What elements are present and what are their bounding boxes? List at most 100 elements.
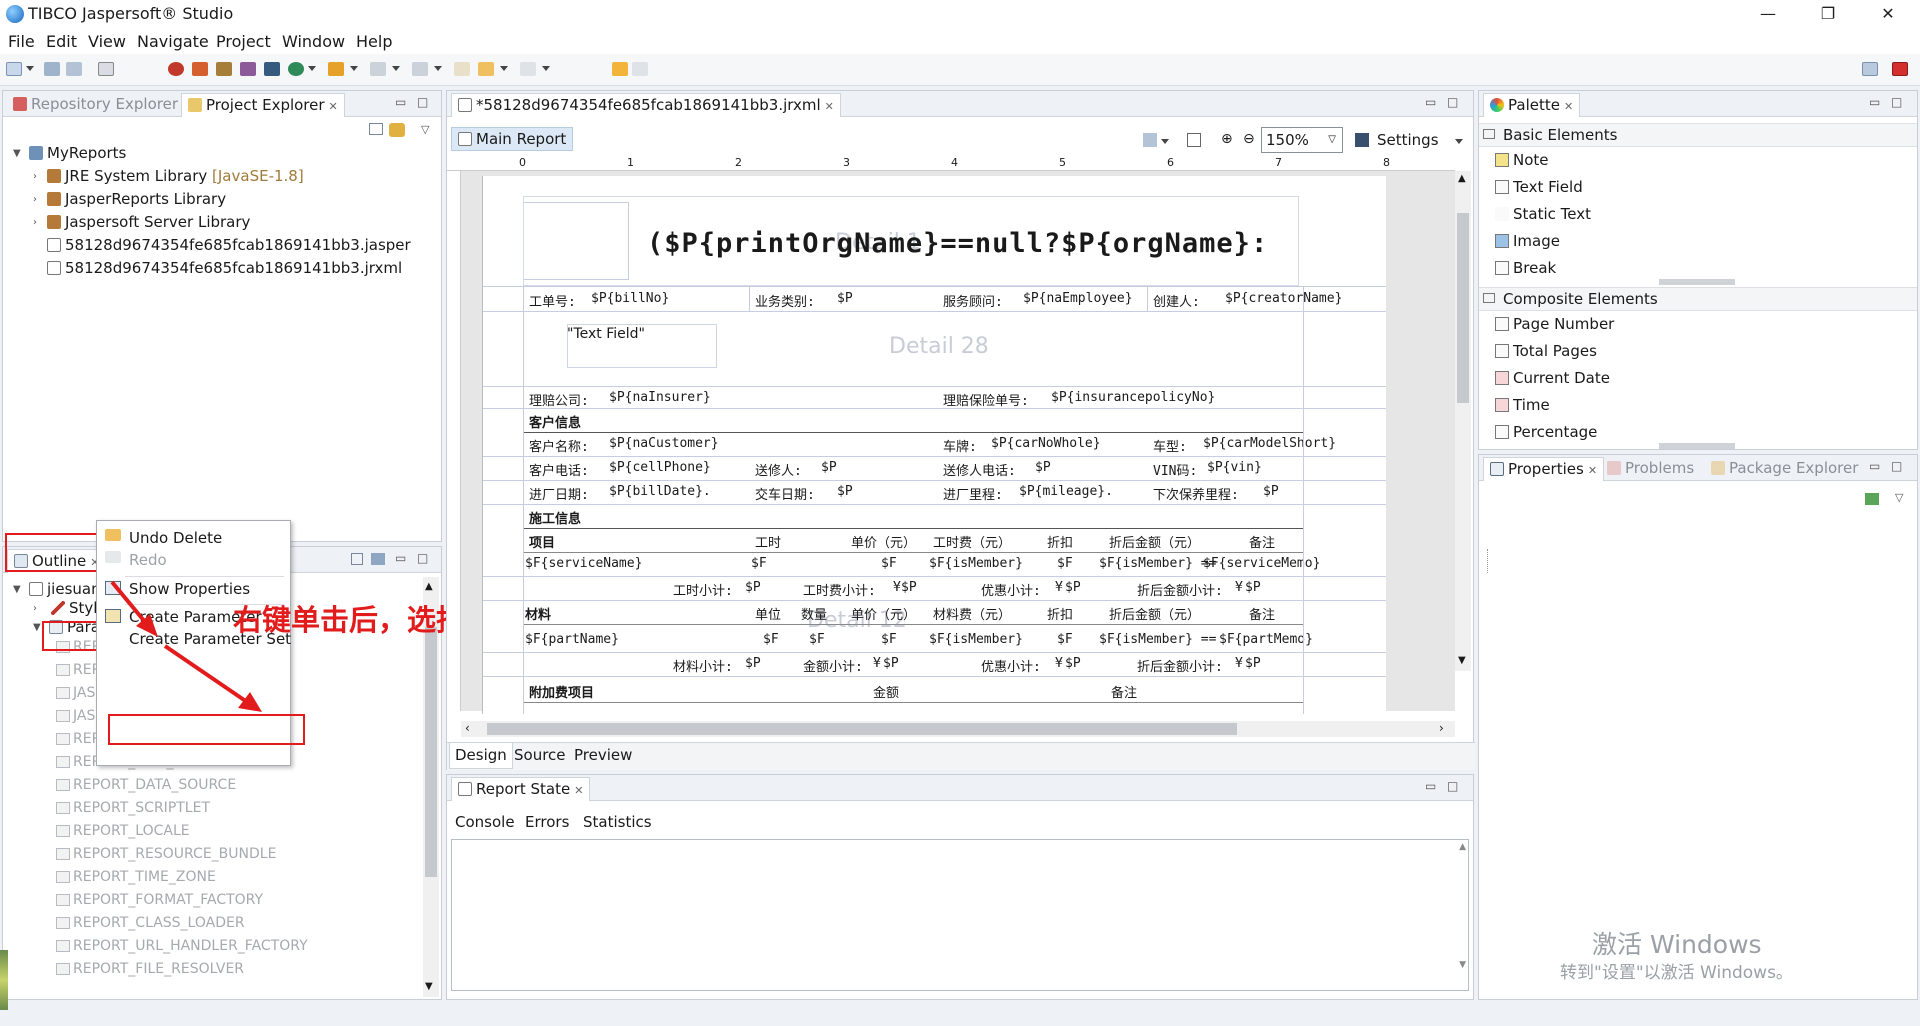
tab-console[interactable]: Console: [455, 813, 515, 831]
scroll-up-icon[interactable]: ▲: [1459, 842, 1466, 852]
field-material-subtotal[interactable]: $P: [745, 656, 761, 671]
scroll-thumb[interactable]: [487, 723, 1237, 735]
minimize-icon[interactable]: ▭: [1425, 95, 1436, 109]
col-material[interactable]: 材料: [525, 604, 551, 623]
basic-elements-header[interactable]: Basic Elements: [1479, 123, 1917, 147]
field-hours[interactable]: $F: [751, 556, 767, 571]
label-discounted-subtotal[interactable]: 折后金额小计:: [1137, 580, 1223, 599]
field-mat-discounted-subtotal[interactable]: $P: [1245, 656, 1261, 671]
col-unit[interactable]: 单位: [755, 604, 781, 623]
field-discount[interactable]: $F: [1057, 556, 1073, 571]
field-mat-unit-price[interactable]: $F: [881, 632, 897, 647]
col-hours[interactable]: 工时: [755, 532, 781, 551]
palette-percentage[interactable]: Percentage: [1513, 423, 1597, 441]
settings-button[interactable]: Settings: [1377, 131, 1439, 149]
tab-report-state[interactable]: Report State ✕: [451, 777, 591, 801]
col-mat-discount[interactable]: 折扣: [1047, 604, 1073, 623]
minimize-icon[interactable]: ▭: [1425, 779, 1436, 793]
tab-preview[interactable]: Preview: [569, 743, 637, 769]
close-icon[interactable]: ✕: [825, 100, 834, 113]
label-discount-subtotal[interactable]: 优惠小计:: [981, 580, 1041, 599]
field-mat-member[interactable]: $F{isMember}: [929, 632, 1023, 647]
field-customer-phone[interactable]: $P{cellPhone}: [609, 460, 711, 475]
construction-info-header[interactable]: 施工信息: [529, 508, 581, 527]
field-business-type[interactable]: $P: [837, 291, 853, 306]
zoom-select[interactable]: 150% ▽: [1261, 127, 1343, 153]
label-mat-discounted-subtotal[interactable]: 折后金额小计:: [1137, 656, 1223, 675]
tab-statistics[interactable]: Statistics: [583, 813, 652, 831]
field-bill-no[interactable]: $P{billNo}: [591, 291, 669, 306]
customer-info-header[interactable]: 客户信息: [529, 412, 581, 431]
minimize-icon[interactable]: ▭: [1869, 95, 1880, 109]
palette-text-field[interactable]: Text Field: [1513, 178, 1583, 196]
field-service-advisor[interactable]: $P{naEmployee}: [1023, 291, 1133, 306]
field-service-name[interactable]: $F{serviceName}: [525, 556, 642, 571]
scroll-right-icon[interactable]: ›: [1439, 721, 1444, 735]
palette-image[interactable]: Image: [1513, 232, 1560, 250]
label-policy-no[interactable]: 理赔保险单号:: [943, 390, 1029, 409]
tab-palette[interactable]: Palette ✕: [1483, 93, 1581, 117]
col-quantity[interactable]: 数量: [801, 604, 827, 623]
currency-symbol[interactable]: ¥: [1235, 580, 1243, 595]
label-customer-name[interactable]: 客户名称:: [529, 436, 589, 455]
title-expression[interactable]: ($P{printOrgName}==null?$P{orgName}:: [647, 228, 1268, 259]
console-output[interactable]: ▲ ▼: [451, 839, 1469, 991]
close-icon[interactable]: ✕: [1564, 100, 1573, 113]
tab-design[interactable]: Design: [449, 743, 513, 769]
dropdown-icon[interactable]: [1161, 139, 1169, 144]
col-memo[interactable]: 备注: [1249, 532, 1275, 551]
tab-properties[interactable]: Properties ✕: [1483, 457, 1605, 481]
label-sender[interactable]: 送修人:: [755, 460, 802, 479]
drawer-resize-handle[interactable]: [1659, 279, 1735, 285]
label-sender-phone[interactable]: 送修人电话:: [943, 460, 1016, 479]
settings-dropdown-icon[interactable]: [1455, 139, 1463, 144]
label-service-advisor[interactable]: 服务顾问:: [943, 291, 1003, 310]
extra-memo-header[interactable]: 备注: [1111, 682, 1137, 701]
minimize-icon[interactable]: ▭: [1869, 459, 1880, 473]
field-discount-subtotal[interactable]: $P: [1065, 580, 1081, 595]
text-field-label[interactable]: "Text Field": [567, 326, 645, 342]
label-customer-phone[interactable]: 客户电话:: [529, 460, 589, 479]
field-hours-subtotal[interactable]: $P: [745, 580, 761, 595]
drawer-resize-handle[interactable]: [1659, 443, 1735, 449]
currency-symbol[interactable]: ¥: [1055, 580, 1063, 595]
maximize-icon[interactable]: □: [1891, 459, 1902, 473]
field-part-memo[interactable]: $F{partMemo}: [1219, 632, 1313, 647]
close-icon[interactable]: ✕: [1588, 464, 1597, 477]
palette-time[interactable]: Time: [1513, 396, 1550, 414]
field-creator[interactable]: $P{creatorName}: [1225, 291, 1342, 306]
palette-note[interactable]: Note: [1513, 151, 1549, 169]
field-sender-phone[interactable]: $P: [1035, 460, 1051, 475]
field-policy-no[interactable]: $P{insurancepolicyNo}: [1051, 390, 1215, 405]
view-menu-icon[interactable]: ▽: [1895, 491, 1903, 504]
field-quantity[interactable]: $F: [809, 632, 825, 647]
field-labor-subtotal[interactable]: $P: [901, 580, 917, 595]
label-insurer[interactable]: 理赔公司:: [529, 390, 589, 409]
tab-jrxml-file[interactable]: *58128d9674354fe685fcab1869141bb3.jrxml ✕: [451, 93, 841, 117]
field-plate[interactable]: $P{carNoWhole}: [991, 436, 1101, 451]
field-insurer[interactable]: $P{naInsurer}: [609, 390, 711, 405]
palette-break[interactable]: Break: [1513, 259, 1556, 277]
tab-package-explorer[interactable]: Package Explorer: [1705, 457, 1864, 481]
maximize-icon[interactable]: □: [1891, 95, 1902, 109]
field-part-name[interactable]: $F{partName}: [525, 632, 619, 647]
zoom-out-icon[interactable]: ⊖: [1243, 131, 1255, 147]
zoom-in-icon[interactable]: ⊕: [1221, 131, 1233, 147]
label-mileage[interactable]: 进厂里程:: [943, 484, 1003, 503]
currency-symbol[interactable]: ¥: [893, 580, 901, 595]
maximize-icon[interactable]: □: [1447, 779, 1458, 793]
label-hours-subtotal[interactable]: 工时小计:: [673, 580, 733, 599]
label-plate[interactable]: 车牌:: [943, 436, 977, 455]
field-unit[interactable]: $F: [763, 632, 779, 647]
main-report-tab[interactable]: Main Report: [451, 127, 574, 151]
field-bill-date[interactable]: $P{billDate}.: [609, 484, 711, 499]
tab-errors[interactable]: Errors: [525, 813, 569, 831]
field-mat-discount[interactable]: $F: [1057, 632, 1073, 647]
palette-static-text[interactable]: Static Text: [1513, 205, 1591, 223]
label-delivery-date[interactable]: 交车日期:: [755, 484, 815, 503]
field-next-service[interactable]: $P: [1263, 484, 1279, 499]
field-delivery-date[interactable]: $P: [837, 484, 853, 499]
field-discounted-member[interactable]: $F{isMember} ==: [1099, 556, 1216, 571]
field-mat-discount-subtotal[interactable]: $P: [1065, 656, 1081, 671]
col-unit-price[interactable]: 单价（元）: [851, 532, 916, 551]
